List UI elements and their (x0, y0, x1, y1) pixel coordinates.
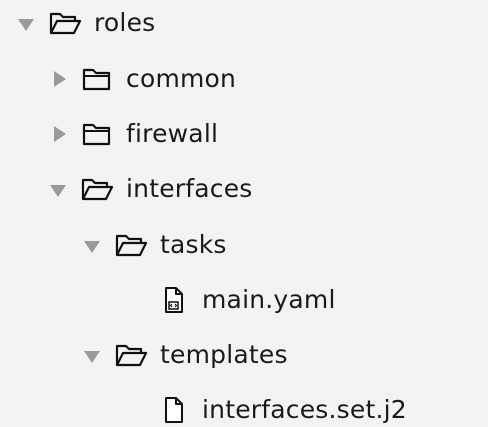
tree-item-label: tasks (160, 230, 227, 259)
tree-item-label: roles (94, 8, 156, 37)
expanded-arrow-icon[interactable] (48, 179, 68, 199)
tree-item-interfaces[interactable]: interfaces (0, 169, 253, 209)
expanded-arrow-icon[interactable] (82, 345, 102, 365)
tree-item-label: templates (160, 340, 288, 369)
tree-item-common[interactable]: common (0, 59, 236, 99)
tree-item-main-yaml[interactable]: main.yaml (0, 280, 336, 320)
expanded-arrow-icon[interactable] (82, 235, 102, 255)
tree-item-label: main.yaml (202, 285, 336, 314)
folder-closed-icon (80, 64, 114, 94)
tree-item-label: firewall (126, 119, 219, 148)
tree-item-label: common (126, 64, 237, 93)
tree-item-templates[interactable]: templates (0, 335, 288, 375)
tree-item-interfaces-set-j2[interactable]: interfaces.set.j2 (0, 390, 407, 427)
file-icon (160, 395, 188, 425)
folder-open-icon (48, 8, 82, 38)
tree-item-label: interfaces (126, 174, 253, 203)
folder-open-icon (114, 340, 148, 370)
folder-open-icon (114, 230, 148, 260)
tree-item-label: interfaces.set.j2 (202, 395, 407, 424)
file-tree: roles common firewall interfaces tasks m… (0, 0, 488, 427)
folder-closed-icon (80, 119, 114, 149)
collapsed-arrow-icon[interactable] (48, 69, 68, 89)
expanded-arrow-icon[interactable] (16, 13, 36, 33)
collapsed-arrow-icon[interactable] (48, 124, 68, 144)
tree-item-firewall[interactable]: firewall (0, 114, 218, 154)
tree-item-tasks[interactable]: tasks (0, 225, 227, 265)
code-file-icon (160, 285, 188, 315)
folder-open-icon (80, 174, 114, 204)
tree-item-roles[interactable]: roles (0, 3, 155, 43)
